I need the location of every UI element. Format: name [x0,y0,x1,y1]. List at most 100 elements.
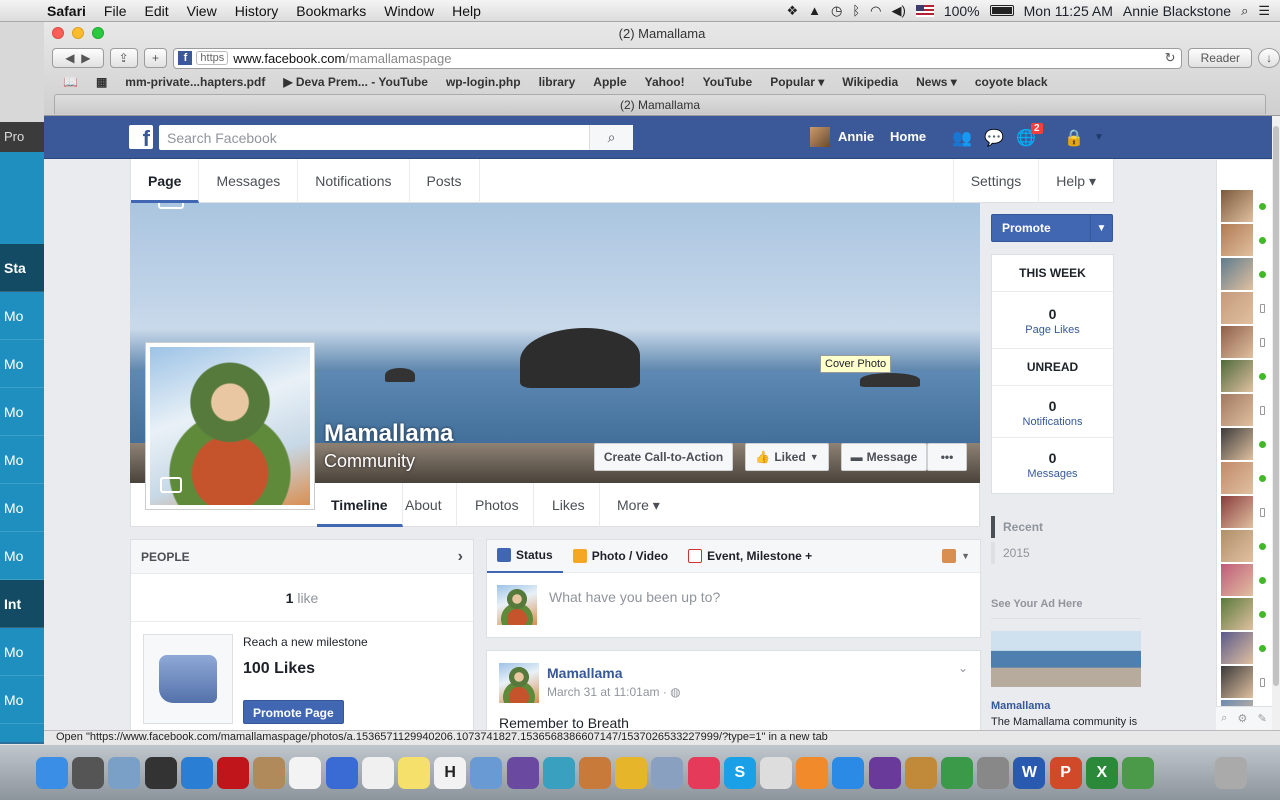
promote-page-button[interactable]: Promote Page [243,700,344,724]
top-sites-icon[interactable]: ▦ [87,75,116,89]
facebook-search-input[interactable]: Search Facebook ⌕ [159,125,633,150]
chat-friend-avatar[interactable] [1221,666,1253,698]
address-bar[interactable]: f https www.facebook.com /mamallamaspage… [173,47,1183,69]
bookmark-item[interactable]: ▶ Deva Prem... - YouTube [274,75,437,89]
tree-app-icon[interactable] [1122,757,1154,789]
forward-icon[interactable]: ▶ [81,51,90,65]
background-app-item[interactable]: Mo [0,340,44,388]
trash-icon[interactable] [1215,757,1247,789]
background-app-item[interactable]: Mo [0,292,44,340]
notification-center-icon[interactable]: ☰ [1258,3,1270,19]
background-app-item[interactable]: Mo [0,532,44,580]
reload-icon[interactable]: ↻ [1165,50,1176,66]
chrome-icon[interactable] [615,757,648,789]
post-options-chevron-icon[interactable]: ⌄ [958,661,968,675]
post-avatar[interactable] [499,663,539,703]
friend-requests-icon[interactable]: 👥 [952,128,974,147]
post-author[interactable]: Mamallama [547,665,622,681]
share-button[interactable]: ⇪ [109,48,138,68]
composer-tab-photo-video[interactable]: Photo / Video [563,540,678,573]
tab-page[interactable]: Page [131,158,200,203]
scrollbar-thumb[interactable] [1273,126,1279,686]
menu-history[interactable]: History [226,3,288,19]
change-profile-camera-icon[interactable] [160,477,182,493]
dashboard-icon[interactable] [144,757,177,789]
script-editor-icon[interactable] [760,757,792,789]
chevron-right-icon[interactable]: › [458,540,463,574]
bookmark-item[interactable]: Popular ▾ [761,75,833,89]
promote-button[interactable]: Promote ▼ [991,214,1113,242]
chat-friend-avatar[interactable] [1221,326,1253,358]
contacts-icon[interactable] [253,757,286,789]
message-button[interactable]: ▬ Message [841,443,927,471]
chat-compose-icon[interactable]: ✎ [1258,712,1267,725]
bookmark-item[interactable]: library [530,75,585,89]
chat-friend-avatar[interactable] [1221,530,1253,562]
more-options-button[interactable]: ••• [927,443,967,471]
recent-link[interactable]: Recent [991,516,1111,538]
music-icon[interactable] [687,757,720,789]
chat-settings-icon[interactable]: ⚙ [1238,712,1248,725]
notifications-stat[interactable]: 0 Notifications [992,386,1113,438]
menu-window[interactable]: Window [375,3,443,19]
keynote-icon[interactable] [579,757,611,789]
background-app-item[interactable]: Mo [0,628,44,676]
preview-icon[interactable] [108,757,141,789]
battery-icon[interactable] [989,5,1014,16]
post-as-selector[interactable]: ▼ [932,540,980,573]
background-app-item[interactable]: Sta [0,244,44,292]
tab-likes[interactable]: Likes [538,483,600,527]
tab-timeline[interactable]: Timeline [317,483,403,527]
messages-icon[interactable]: 💬 [984,128,1006,147]
volume-icon[interactable]: ◀) [891,3,905,19]
new-tab-button[interactable]: + [143,48,168,68]
itunes-dvd-icon[interactable] [325,757,358,789]
chat-friend-avatar[interactable] [1221,190,1253,222]
tab-about[interactable]: About [391,483,457,527]
preview-app-icon[interactable] [470,757,503,789]
chat-friend-avatar[interactable] [1221,428,1253,460]
menu-view[interactable]: View [178,3,226,19]
bookmark-item[interactable]: mm-private...hapters.pdf [116,75,274,89]
chat-friend-avatar[interactable] [1221,632,1253,664]
search-button[interactable]: ⌕ [589,125,633,150]
chat-search-icon[interactable]: ⌕ [1221,712,1227,725]
time-machine-icon[interactable]: ◷ [831,3,842,19]
notifications-label[interactable]: Notifications [992,416,1113,428]
excel-icon[interactable]: X [1085,757,1118,789]
bookmark-item[interactable]: YouTube [694,75,762,89]
launchpad-icon[interactable] [72,757,105,789]
chat-friend-avatar[interactable] [1221,258,1253,290]
word-icon[interactable]: W [1013,757,1046,789]
spotlight-search-icon[interactable]: ⌕ [1241,3,1248,19]
chat-friend-avatar[interactable] [1221,598,1253,630]
tab-posts[interactable]: Posts [410,158,480,203]
photo-booth-icon[interactable] [217,757,249,789]
post-timestamp[interactable]: March 31 at 11:01am · ◍ [547,685,681,699]
garageband-icon[interactable] [904,757,937,789]
background-app-item[interactable]: Mo [0,676,44,724]
year-link[interactable]: 2015 [991,542,1111,564]
profile-link[interactable]: Annie [838,129,874,144]
drive-icon[interactable]: ▲ [808,3,821,18]
facebook-logo[interactable]: f [129,125,153,149]
menu-help[interactable]: Help [443,3,490,19]
tab-help[interactable]: Help ▾ [1038,158,1113,203]
reminders-icon[interactable] [361,757,394,789]
numbers-icon[interactable] [941,757,973,789]
back-icon[interactable]: ◀ [65,51,74,65]
hemingway-icon[interactable]: H [434,757,467,789]
messages-label[interactable]: Messages [992,468,1113,480]
downloads-button[interactable]: ↓ [1258,48,1280,68]
skype-icon[interactable]: S [723,757,756,789]
menu-bookmarks[interactable]: Bookmarks [287,3,375,19]
finder-icon[interactable] [36,757,68,789]
page-likes-label[interactable]: Page Likes [992,324,1113,336]
chevron-down-icon[interactable]: ▼ [1090,215,1112,241]
app-store-icon[interactable] [832,757,865,789]
background-app-item[interactable]: Mo [0,388,44,436]
tab-settings[interactable]: Settings [952,158,1039,203]
background-app-item[interactable]: Int [0,580,44,628]
bookmark-item[interactable]: coyote black [966,75,1057,89]
change-cover-camera-icon[interactable] [158,203,184,209]
